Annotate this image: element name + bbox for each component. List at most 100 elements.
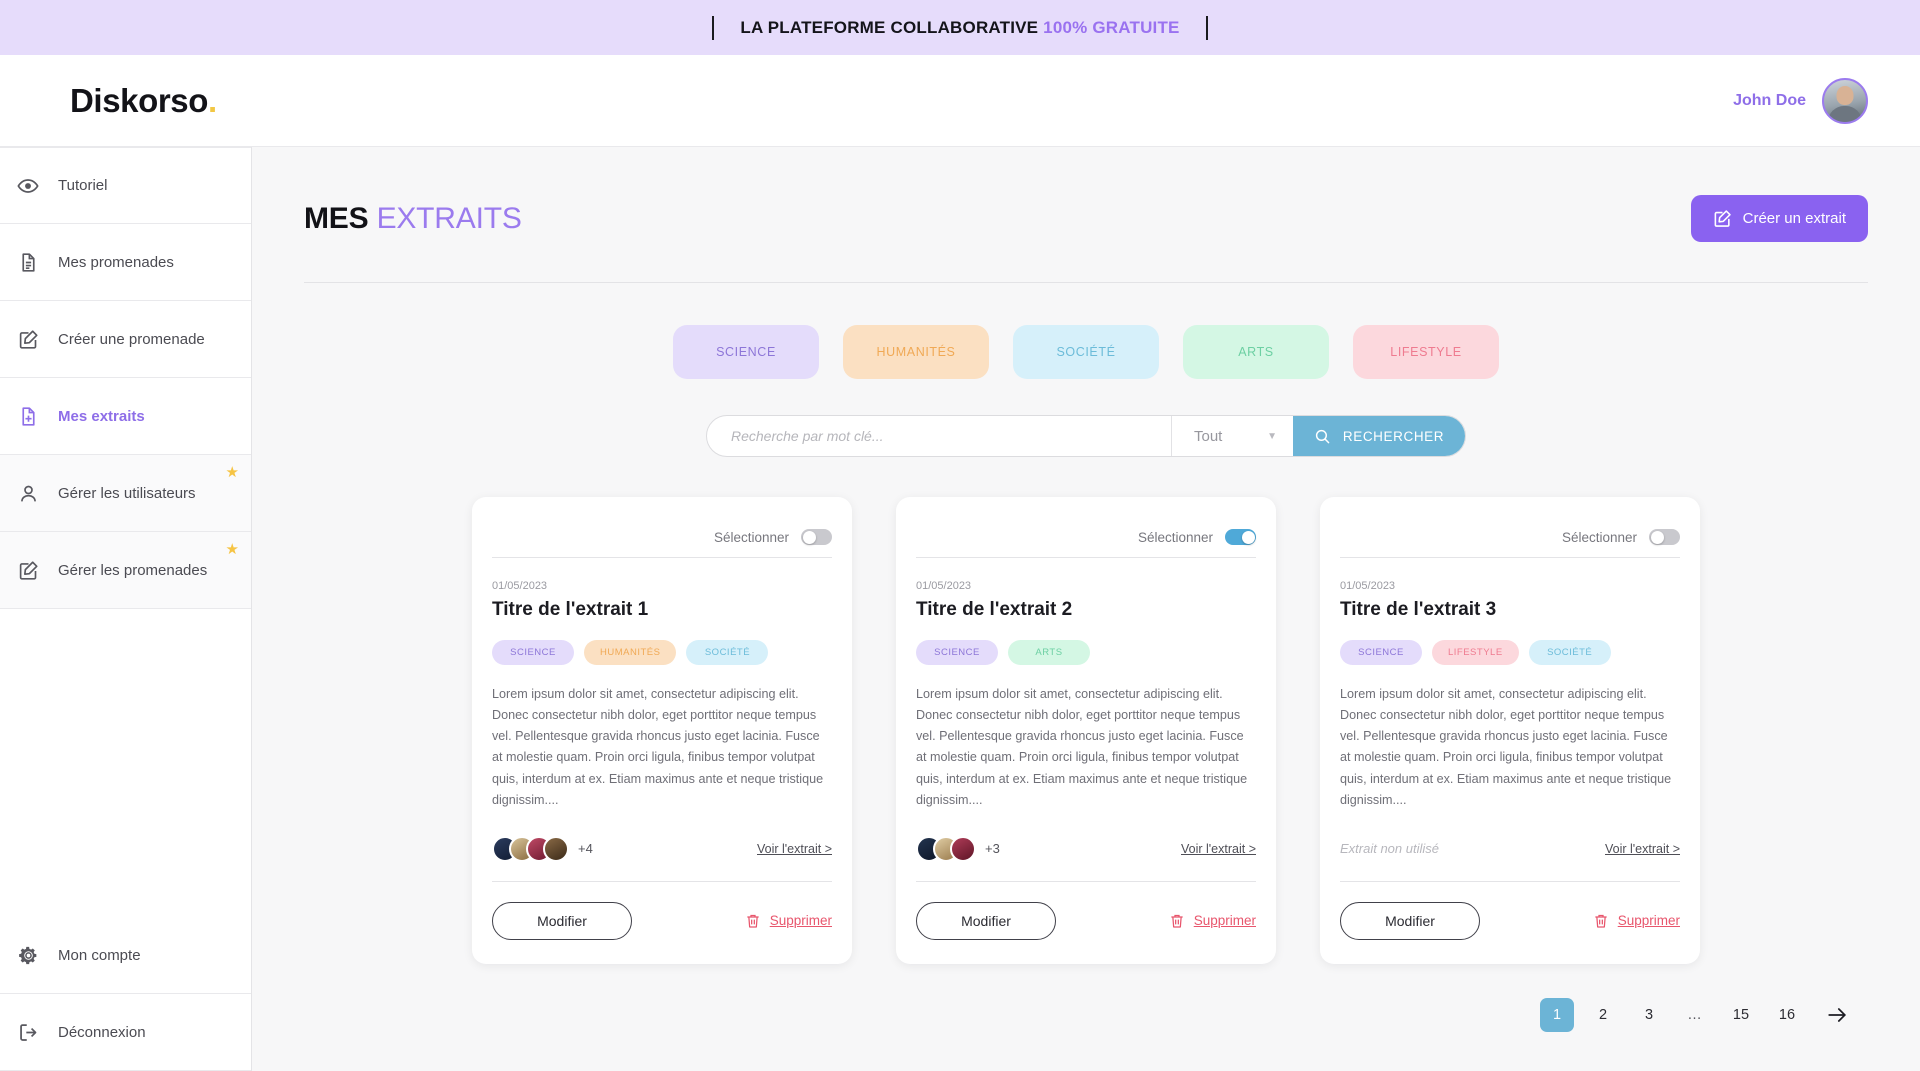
pagination-page-3[interactable]: 3 <box>1632 998 1666 1032</box>
toggle-knob <box>802 530 816 544</box>
app-header: Diskorso. John Doe <box>0 55 1920 147</box>
card-tag[interactable]: LIFESTYLE <box>1432 640 1519 665</box>
select-label: Sélectionner <box>1137 529 1213 545</box>
card-tag[interactable]: SOCIÉTÉ <box>686 640 769 665</box>
promo-rule-left <box>712 15 715 40</box>
pagination-page-2[interactable]: 2 <box>1586 998 1620 1032</box>
avatar-stack <box>916 835 976 862</box>
promo-text-free: 100% GRATUITE <box>1043 17 1180 37</box>
card-tag[interactable]: SOCIÉTÉ <box>1528 640 1611 665</box>
search-scope-dropdown[interactable]: Tout ▼ <box>1171 416 1293 456</box>
pagination-page-1[interactable]: 1 <box>1540 997 1574 1032</box>
card-actions: Modifier Supprimer <box>1340 882 1680 964</box>
card-tag[interactable]: ARTS <box>1008 640 1090 665</box>
category-filter-lifestyle[interactable]: LIFESTYLE <box>1353 325 1499 379</box>
sidebar-item-label: Mes promenades <box>58 253 174 271</box>
edit-button[interactable]: Modifier <box>492 901 632 940</box>
promo-text-bold: LA PLATEFORME COLLABORATIVE <box>740 17 1039 37</box>
select-toggle[interactable] <box>1225 529 1256 545</box>
user-name: John Doe <box>1733 91 1806 109</box>
participant-avatars: +3 <box>916 835 1000 862</box>
card-tag-label: SCIENCE <box>1358 647 1404 658</box>
card-select-row: Sélectionner <box>1340 517 1680 557</box>
document-icon <box>16 250 40 274</box>
sidebar-item-label: Tutoriel <box>58 177 108 194</box>
sidebar-item-gerer-les-promenades[interactable]: ★ Gérer les promenades <box>0 532 251 609</box>
category-filter-arts[interactable]: ARTS <box>1183 325 1329 379</box>
category-label: SCIENCE <box>716 345 776 359</box>
search-submit-button[interactable]: RECHERCHER <box>1293 416 1465 456</box>
card-date: 01/05/2023 <box>492 580 548 592</box>
category-label: LIFESTYLE <box>1390 345 1462 359</box>
sidebar-item-tutoriel[interactable]: Tutoriel <box>0 147 251 224</box>
sidebar-item-label: Déconnexion <box>58 1023 146 1041</box>
user-photo-icon[interactable] <box>1822 77 1868 124</box>
search-row: Tout ▼ RECHERCHER <box>304 415 1868 457</box>
card-excerpt-text: Lorem ipsum dolor sit amet, consectetur … <box>916 687 1248 807</box>
sidebar-item-gerer-les-utilisateurs[interactable]: ★ Gérer les utilisateurs <box>0 455 251 532</box>
card-meta-row: +4 Voir l'extrait > <box>492 833 832 865</box>
category-filter-humanites[interactable]: HUMANITÉS <box>843 325 989 379</box>
category-filter-row: SCIENCE HUMANITÉS SOCIÉTÉ ARTS LIFESTYLE <box>304 325 1868 379</box>
logout-icon <box>16 1020 40 1044</box>
select-toggle[interactable] <box>1649 529 1680 545</box>
card-tag[interactable]: HUMANITÉS <box>584 640 677 665</box>
promo-banner: LA PLATEFORME COLLABORATIVE 100% GRATUIT… <box>0 0 1920 55</box>
card-select-row: Sélectionner <box>492 517 832 557</box>
pencil-square-icon <box>1713 209 1732 228</box>
card-title: Titre de l'extrait 3 <box>1340 599 1497 620</box>
card-date: 01/05/2023 <box>1340 580 1396 592</box>
extrait-card: Sélectionner 01/05/2023 Titre de l'extra… <box>1320 497 1700 964</box>
sidebar-item-label: Gérer les promenades <box>58 561 208 579</box>
promo-text: LA PLATEFORME COLLABORATIVE 100% GRATUIT… <box>740 18 1179 38</box>
category-filter-science[interactable]: SCIENCE <box>673 325 819 379</box>
create-extrait-button[interactable]: Créer un extrait <box>1690 195 1868 242</box>
pagination-page-15[interactable]: 15 <box>1724 998 1758 1032</box>
card-tag-label: LIFESTYLE <box>1448 647 1503 658</box>
view-extrait-link[interactable]: Voir l'extrait > <box>1605 842 1680 856</box>
sidebar-item-mes-promenades[interactable]: Mes promenades <box>0 224 251 301</box>
user-icon <box>16 481 40 505</box>
sidebar-item-creer-une-promenade[interactable]: Créer une promenade <box>0 301 251 378</box>
category-label: SOCIÉTÉ <box>1056 345 1116 359</box>
pencil-square-icon <box>16 558 40 582</box>
category-filter-societe[interactable]: SOCIÉTÉ <box>1013 325 1159 379</box>
category-label: HUMANITÉS <box>876 345 956 359</box>
delete-label: Supprimer <box>1617 913 1680 929</box>
toggle-knob <box>1241 530 1255 544</box>
eye-icon <box>16 174 40 198</box>
page-title-accent: EXTRAITS <box>376 201 522 235</box>
delete-button[interactable]: Supprimer <box>1169 913 1256 929</box>
view-extrait-link[interactable]: Voir l'extrait > <box>757 842 832 856</box>
user-menu[interactable]: John Doe <box>1733 77 1868 124</box>
trash-icon <box>1169 913 1185 929</box>
view-extrait-link[interactable]: Voir l'extrait > <box>1181 842 1256 856</box>
edit-button[interactable]: Modifier <box>916 901 1056 940</box>
sidebar-item-deconnexion[interactable]: Déconnexion <box>0 994 251 1071</box>
search-bar: Tout ▼ RECHERCHER <box>706 415 1466 457</box>
avatar <box>543 835 569 862</box>
pencil-square-icon <box>16 327 40 351</box>
sidebar-item-mes-extraits[interactable]: Mes extraits <box>0 378 251 455</box>
promo-rule-right <box>1205 15 1208 40</box>
delete-label: Supprimer <box>769 913 832 929</box>
card-top-divider <box>1340 557 1680 558</box>
search-input[interactable] <box>707 416 1171 456</box>
header-divider <box>304 282 1868 283</box>
card-actions: Modifier Supprimer <box>492 882 832 964</box>
page-header: MES EXTRAITS Créer un extrait <box>304 147 1868 242</box>
sidebar-item-mon-compte[interactable]: Mon compte <box>0 917 251 994</box>
delete-button[interactable]: Supprimer <box>745 913 832 929</box>
card-title: Titre de l'extrait 1 <box>492 599 649 620</box>
card-tag[interactable]: SCIENCE <box>916 640 998 665</box>
card-tag[interactable]: SCIENCE <box>1340 640 1422 665</box>
page-title-bold: MES <box>304 201 369 235</box>
pagination-page-16[interactable]: 16 <box>1770 998 1804 1032</box>
card-tag[interactable]: SCIENCE <box>492 640 574 665</box>
select-toggle[interactable] <box>801 529 832 545</box>
delete-button[interactable]: Supprimer <box>1593 913 1680 929</box>
brand-logo[interactable]: Diskorso. <box>70 82 217 120</box>
arrow-right-icon[interactable] <box>1824 1004 1850 1026</box>
edit-button[interactable]: Modifier <box>1340 901 1480 940</box>
